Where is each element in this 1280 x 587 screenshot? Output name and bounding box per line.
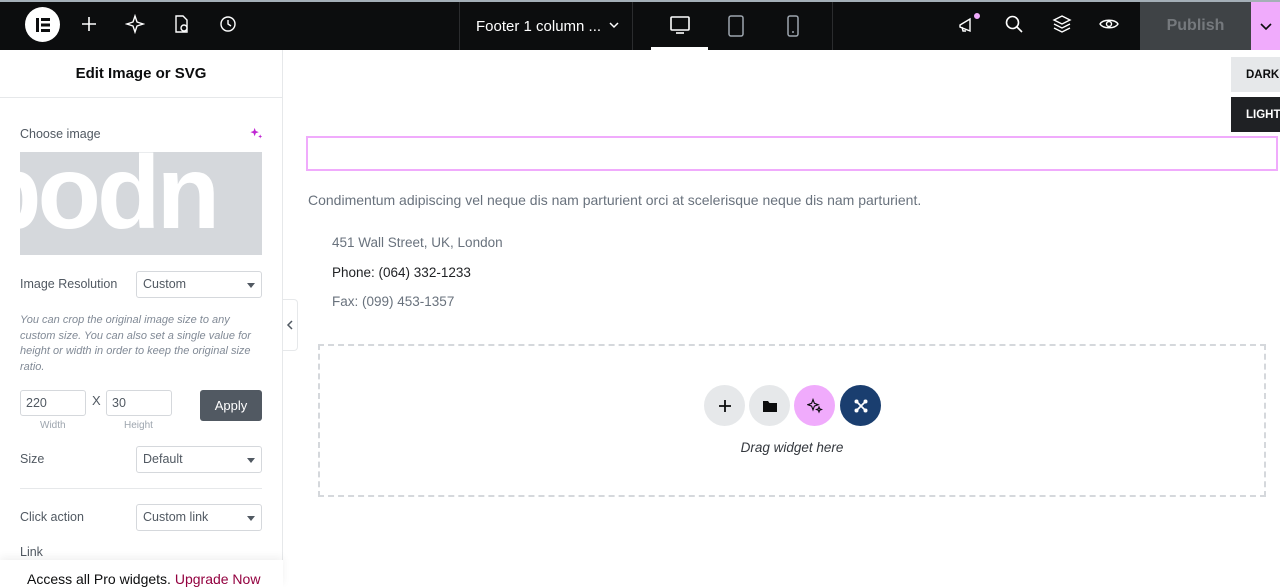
page-settings-icon[interactable] — [166, 9, 196, 39]
preview-icon[interactable] — [1094, 9, 1124, 39]
image-preview[interactable]: podn — [20, 152, 262, 255]
panel-title: Edit Image or SVG — [0, 50, 282, 98]
publish-options-button[interactable] — [1251, 2, 1280, 50]
plus-icon — [718, 399, 731, 412]
click-action-label: Click action — [20, 510, 84, 524]
apply-button[interactable]: Apply — [200, 390, 262, 421]
caret-down-icon — [247, 283, 255, 288]
mobile-icon — [786, 15, 799, 37]
click-action-select[interactable]: Custom link — [136, 504, 262, 531]
top-bar: Footer 1 column ... Publish — [0, 0, 1280, 50]
mobile-view-button[interactable] — [764, 2, 821, 50]
add-element-icon[interactable] — [74, 9, 104, 39]
add-widget-button[interactable] — [704, 385, 745, 426]
document-title-dropdown[interactable]: Footer 1 column ... — [459, 2, 633, 50]
tablet-view-button[interactable] — [707, 2, 764, 50]
kit-icon — [854, 399, 867, 412]
document-title: Footer 1 column ... — [476, 17, 602, 35]
chevron-down-icon — [609, 22, 619, 29]
upgrade-now-link[interactable]: Upgrade Now — [175, 571, 261, 587]
selected-image-widget[interactable] — [306, 136, 1278, 171]
drag-widget-label: Drag widget here — [740, 440, 844, 455]
structure-icon[interactable] — [1047, 9, 1077, 39]
tablet-icon — [727, 15, 744, 37]
click-action-value: Custom link — [143, 510, 209, 524]
choose-image-label: Choose image — [20, 127, 101, 141]
site-settings-icon[interactable] — [120, 9, 150, 39]
image-resolution-label: Image Resolution — [20, 277, 118, 291]
history-icon[interactable] — [213, 9, 243, 39]
fax-text: Fax: (099) 453-1357 — [332, 294, 455, 309]
phone-text: Phone: (064) 332-1233 — [332, 265, 471, 280]
caret-down-icon — [247, 516, 255, 521]
resolution-hint: You can crop the original image size to … — [20, 314, 251, 373]
editor-panel: Edit Image or SVG Choose image podn Imag… — [0, 50, 283, 587]
size-label: Size — [20, 452, 45, 466]
widget-drop-zone[interactable] — [318, 344, 1266, 497]
height-label: Height — [124, 420, 153, 431]
device-separator — [832, 2, 833, 50]
dark-mode-button[interactable]: DARK — [1231, 57, 1280, 92]
ai-generate-button[interactable] — [794, 385, 835, 426]
link-label: Link — [20, 545, 43, 559]
section-divider — [20, 488, 262, 489]
notification-dot — [973, 12, 981, 20]
width-input[interactable]: 220 — [20, 390, 86, 416]
dimension-separator: X — [92, 393, 101, 408]
folder-icon — [762, 400, 777, 412]
search-icon[interactable] — [999, 9, 1029, 39]
promo-text: Access all Pro widgets. — [27, 571, 171, 587]
chevron-left-icon — [286, 320, 293, 330]
height-input[interactable]: 30 — [106, 390, 172, 416]
kit-library-button[interactable] — [840, 385, 881, 426]
desktop-icon — [669, 15, 690, 34]
size-value: Default — [143, 452, 183, 466]
publish-button[interactable]: Publish — [1140, 2, 1251, 50]
ai-sparkle-icon — [806, 397, 823, 414]
width-label: Width — [40, 420, 66, 431]
ai-sparkle-icon[interactable] — [250, 127, 263, 140]
address-text: 451 Wall Street, UK, London — [332, 235, 503, 250]
chevron-down-icon — [1259, 23, 1272, 31]
add-template-button[interactable] — [749, 385, 790, 426]
footer-description: Condimentum adipiscing vel neque dis nam… — [308, 192, 922, 208]
image-resolution-select[interactable]: Custom — [136, 271, 262, 298]
image-resolution-value: Custom — [143, 277, 187, 291]
desktop-view-button[interactable] — [651, 2, 708, 50]
caret-down-icon — [247, 458, 255, 463]
upgrade-promo: Access all Pro widgets. Upgrade Now — [0, 560, 283, 587]
image-preview-text: podn — [20, 152, 220, 251]
light-mode-button[interactable]: LIGHT — [1231, 97, 1280, 132]
elementor-logo-icon[interactable] — [25, 7, 60, 42]
collapse-panel-button[interactable] — [283, 299, 298, 351]
size-select[interactable]: Default — [136, 446, 262, 473]
